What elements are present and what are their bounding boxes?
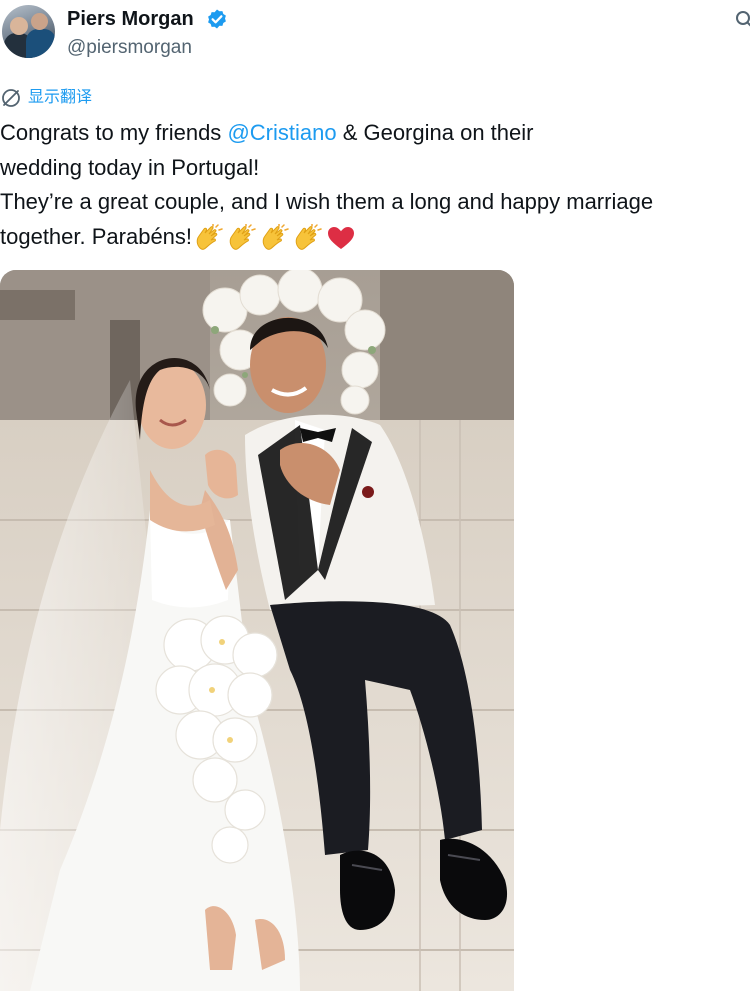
avatar-person-right — [26, 29, 55, 58]
author-handle[interactable]: @piersmorgan — [67, 37, 192, 59]
verified-badge-icon — [208, 9, 226, 29]
tweet-line-3: They’re a great couple, and I wish them … — [0, 189, 654, 214]
avatar[interactable] — [2, 5, 55, 58]
tweet-photo[interactable] — [0, 270, 514, 991]
avatar-face-right — [31, 13, 48, 30]
tweet-line-1: Congrats to my friends @Cristiano & Geor… — [0, 120, 534, 145]
tweet-text: Congrats to my friends @Cristiano & Geor… — [0, 116, 745, 254]
wedding-photo — [0, 270, 514, 991]
clapping-hands-emoji-icon — [229, 223, 256, 250]
mention-link[interactable]: @Cristiano — [227, 120, 336, 145]
translate-globe-icon — [2, 89, 20, 107]
clapping-hands-emoji-icon — [196, 223, 223, 250]
tweet-line-4: together. Parabéns! — [0, 220, 745, 255]
tweet-line-2: wedding today in Portugal! — [0, 154, 260, 180]
show-translation-link[interactable]: 显示翻译 — [0, 87, 92, 109]
clapping-hands-emoji-icon — [262, 223, 289, 250]
show-translation-label: 显示翻译 — [28, 89, 93, 106]
emoji-row — [194, 223, 356, 252]
red-heart-emoji-icon — [328, 226, 355, 249]
clapping-hands-emoji-icon — [295, 223, 322, 250]
author-name[interactable]: Piers Morgan — [67, 8, 194, 30]
more-options-icon[interactable] — [735, 10, 750, 30]
avatar-face-left — [10, 17, 28, 35]
